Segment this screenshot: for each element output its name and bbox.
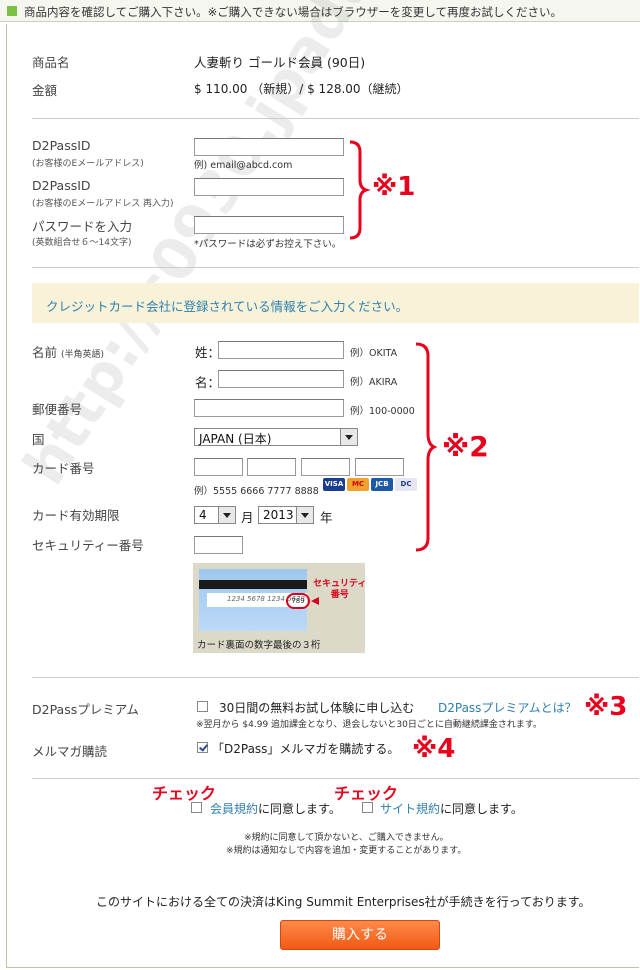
d2passid-confirm-input[interactable] bbox=[194, 178, 344, 196]
payment-processor-text: このサイトにおける全ての決済はKing Summit Enterprises社が… bbox=[96, 895, 591, 909]
month-value: 4 bbox=[199, 508, 207, 522]
card-number-input-3[interactable] bbox=[301, 458, 350, 476]
expiry-year-select[interactable]: 2013 bbox=[258, 506, 314, 524]
card-info-banner: クレジットカード会社に登録されている情報をご入力ください。 bbox=[32, 283, 639, 323]
member-terms-link[interactable]: 会員規約 bbox=[210, 802, 258, 816]
annotation-mark-4: ※4 bbox=[412, 734, 456, 764]
password-hint: *パスワードは必ずお控え下さい。 bbox=[194, 239, 342, 250]
divider bbox=[32, 267, 639, 268]
mailmag-checkbox[interactable] bbox=[197, 742, 208, 753]
product-name-label: 商品名 bbox=[32, 55, 70, 70]
country-label: 国 bbox=[32, 432, 45, 447]
divider bbox=[32, 677, 639, 678]
security-label: セキュリティー番号 bbox=[32, 538, 144, 553]
divider bbox=[32, 118, 639, 119]
premium-text: 30日間の無料お試し体験に申し込む bbox=[219, 701, 415, 715]
zip-label: 郵便番号 bbox=[32, 402, 83, 417]
last-name-label: 姓： bbox=[195, 345, 221, 360]
security-marker-label: セキュリティ 番号 bbox=[313, 579, 367, 600]
card-back-illustration: 1234 5678 1234 5678 789 セキュリティ 番号 カード裏面の数… bbox=[193, 563, 367, 653]
zip-hint: 例）100-0000 bbox=[350, 406, 415, 417]
security-code-input[interactable] bbox=[194, 536, 243, 554]
premium-checkbox[interactable] bbox=[197, 701, 208, 712]
premium-note: ※翌月から $4.99 追加課金となり、退会しないと30日ごとに自動継続課金され… bbox=[196, 720, 542, 730]
card-brand-logos: VISA MC JCB DC bbox=[323, 478, 418, 492]
check-callout-1: チェック bbox=[152, 784, 217, 803]
password-label: パスワードを入力 bbox=[32, 219, 133, 234]
jcb-icon: JCB bbox=[371, 478, 393, 491]
mailmag-text: 「D2Pass」メルマガを購読する。 bbox=[212, 742, 400, 756]
expiry-month-select[interactable]: 4 bbox=[194, 506, 236, 524]
site-terms-link[interactable]: サイト規約 bbox=[380, 802, 440, 816]
mailmag-label: メルマガ購読 bbox=[32, 744, 108, 759]
name-label: 名前 (半角英語) bbox=[32, 345, 105, 360]
green-square-icon bbox=[7, 6, 17, 16]
bracket-1 bbox=[349, 140, 371, 240]
year-unit: 年 bbox=[320, 510, 333, 525]
card-number-input-1[interactable] bbox=[194, 458, 243, 476]
card-number-input-4[interactable] bbox=[355, 458, 404, 476]
password-input[interactable] bbox=[194, 216, 344, 234]
card-image-caption: カード裏面の数字最後の３桁 bbox=[197, 640, 321, 651]
mastercard-icon: MC bbox=[347, 478, 369, 491]
country-value: JAPAN (日本) bbox=[199, 432, 272, 446]
annotation-mark-2: ※2 bbox=[442, 430, 489, 463]
last-name-input[interactable] bbox=[218, 341, 344, 359]
d2passid-hint: 例) email@abcd.com bbox=[194, 160, 293, 171]
card-number-hint: 例）5555 6666 7777 8888 bbox=[194, 486, 319, 497]
password-sub: (英数組合せ６～14文字) bbox=[32, 238, 132, 248]
month-unit: 月 bbox=[241, 510, 254, 525]
year-value: 2013 bbox=[263, 508, 294, 522]
first-name-hint: 例）AKIRA bbox=[350, 377, 398, 388]
d2passid-confirm-label: D2PassID bbox=[32, 178, 91, 193]
product-name-value: 人妻斬り ゴールド会員 (90日) bbox=[194, 55, 366, 70]
purchase-button[interactable]: 購入する bbox=[280, 920, 440, 950]
card-banner-text: クレジットカード会社に登録されている情報をご入力ください。 bbox=[46, 299, 409, 314]
d2passid-confirm-sub: (お客様のEメールアドレス 再入力) bbox=[32, 199, 174, 209]
price-label: 金額 bbox=[32, 83, 58, 98]
terms-note-1: ※規約に同意して頂かないと、ご購入できません。 bbox=[244, 833, 449, 843]
first-name-label: 名： bbox=[195, 375, 221, 390]
d2passid-sub: (お客様のEメールアドレス) bbox=[32, 159, 144, 169]
premium-info-link[interactable]: D2Passプレミアムとは？ bbox=[438, 699, 577, 716]
chevron-down-icon bbox=[296, 507, 313, 523]
annotation-mark-3: ※3 bbox=[584, 692, 628, 722]
card-number-label: カード番号 bbox=[32, 461, 95, 476]
card-sample-code: 789 bbox=[286, 593, 310, 609]
annotation-mark-1: ※1 bbox=[372, 172, 416, 202]
chevron-down-icon bbox=[218, 507, 235, 523]
chevron-down-icon bbox=[340, 429, 357, 445]
terms-note-2: ※規約は通知なしで内容を追加・変更することがあります。 bbox=[226, 846, 467, 856]
card-number-input-2[interactable] bbox=[247, 458, 296, 476]
first-name-input[interactable] bbox=[218, 370, 344, 388]
zip-input[interactable] bbox=[194, 399, 344, 417]
country-select[interactable]: JAPAN (日本) bbox=[194, 428, 358, 446]
divider bbox=[32, 778, 639, 779]
site-terms-text: サイト規約に同意します。 bbox=[380, 802, 523, 816]
member-terms-text: 会員規約に同意します。 bbox=[210, 802, 341, 816]
last-name-hint: 例）OKITA bbox=[350, 348, 398, 359]
site-terms-checkbox[interactable] bbox=[362, 802, 373, 813]
price-value: $ 110.00 （新規）/ $ 128.00（継続） bbox=[194, 82, 409, 96]
bracket-2 bbox=[415, 342, 438, 552]
d2passid-input[interactable] bbox=[194, 138, 344, 156]
premium-label: D2Passプレミアム bbox=[32, 702, 139, 717]
visa-icon: VISA bbox=[323, 478, 345, 491]
d2passid-label: D2PassID bbox=[32, 138, 91, 153]
member-terms-checkbox[interactable] bbox=[191, 802, 202, 813]
expiry-label: カード有効期限 bbox=[32, 508, 120, 523]
